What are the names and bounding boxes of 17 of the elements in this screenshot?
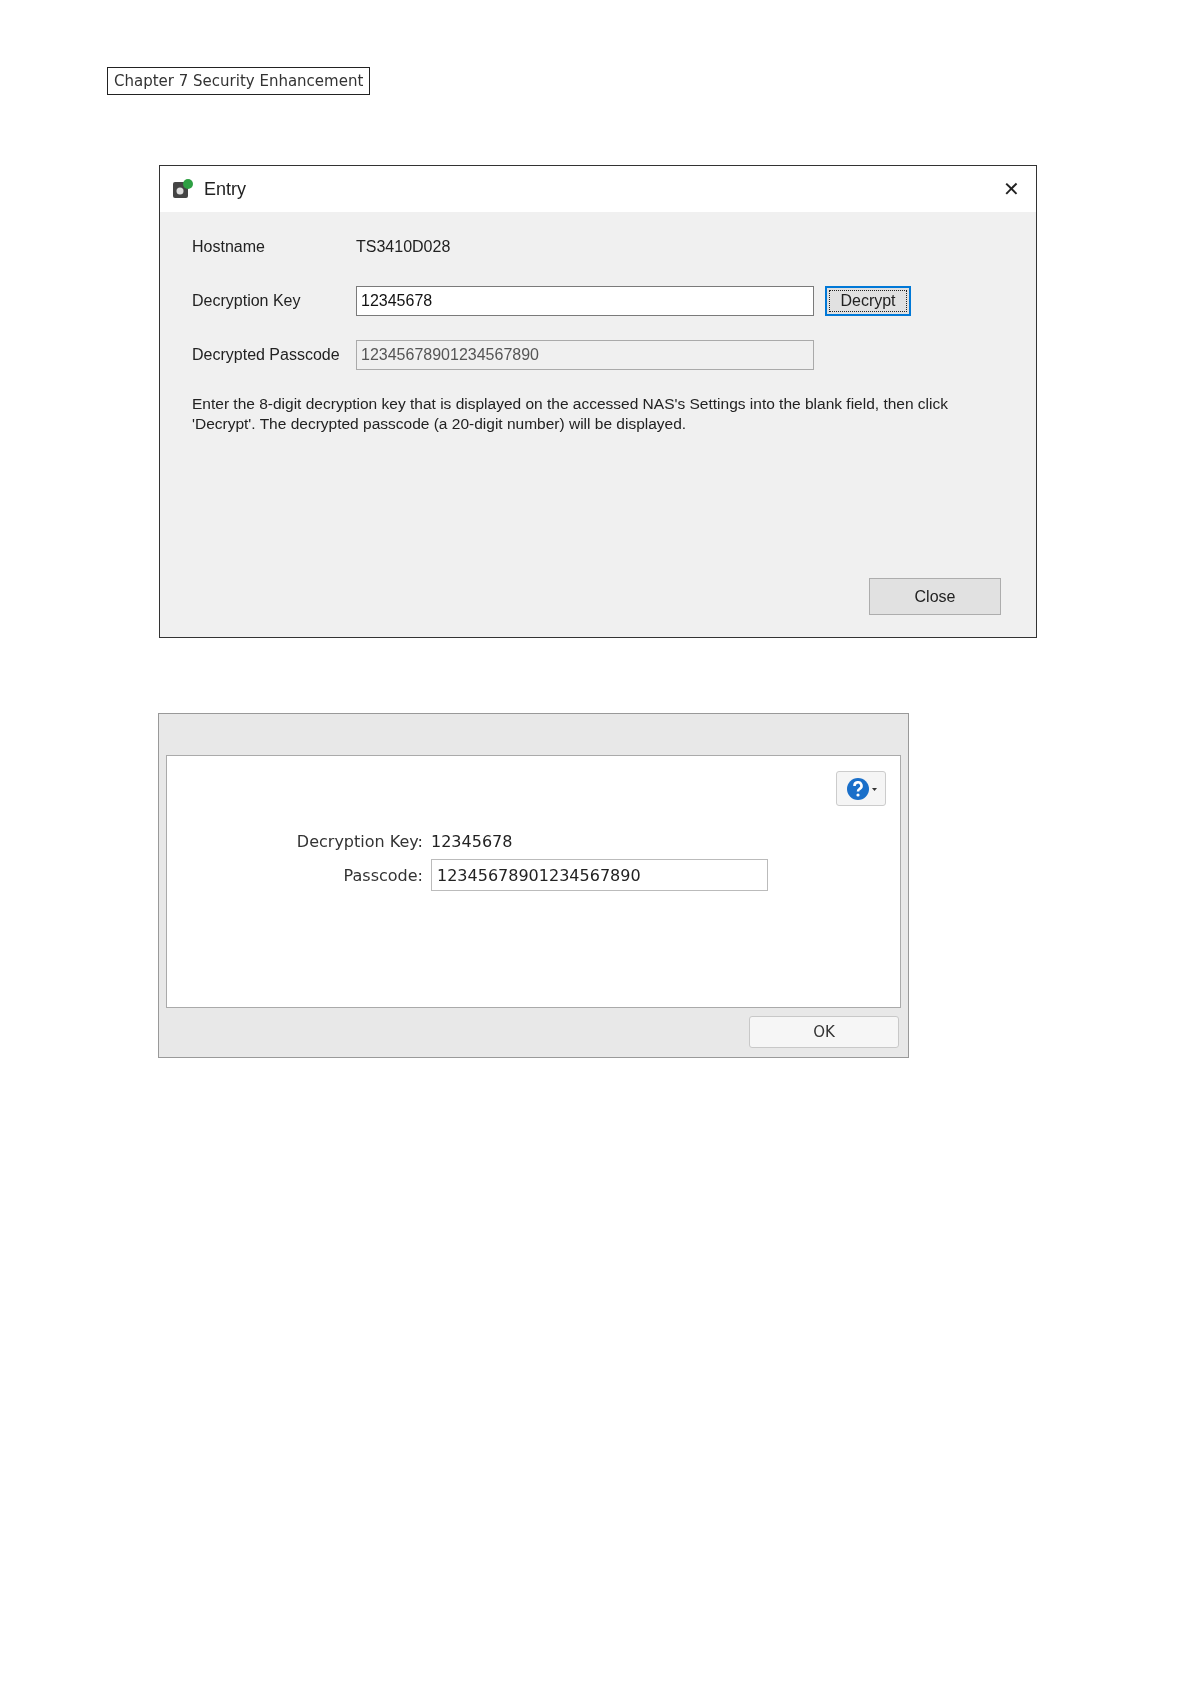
ok-button[interactable]: OK bbox=[749, 1016, 899, 1048]
field-label: Decrypted Passcode bbox=[192, 346, 341, 364]
field-label: Passcode: bbox=[342, 865, 424, 885]
chapter-heading: Chapter 7 Security Enhancement bbox=[107, 67, 371, 95]
decryption-key-value: 12345678 bbox=[431, 832, 513, 851]
field-label: Decryption Key: bbox=[295, 832, 424, 851]
instructions-text: Enter the 8-digit decryption key that is displayed on the accessed NAS's Settings into the blank field, then click 'Decrypt'. The decrypted passcode (a 20-digit number) will be displayed. bbox=[192, 394, 949, 434]
hostname-value: TS3410D028 bbox=[356, 238, 451, 256]
close-button[interactable]: ✕ bbox=[999, 177, 1024, 201]
passcode-field[interactable]: 12345678901234567890 bbox=[356, 340, 814, 370]
close-dialog-button[interactable]: Close bbox=[869, 578, 1001, 615]
passcode-field[interactable]: 12345678901234567890 bbox=[431, 859, 768, 891]
decryption-key-field[interactable]: 12345678 bbox=[356, 286, 814, 316]
window-title: Entry bbox=[204, 178, 247, 200]
field-label: Decryption Key bbox=[192, 292, 302, 310]
field-label: Hostname bbox=[192, 238, 266, 256]
decrypt-button[interactable]: Decrypt bbox=[825, 286, 911, 316]
